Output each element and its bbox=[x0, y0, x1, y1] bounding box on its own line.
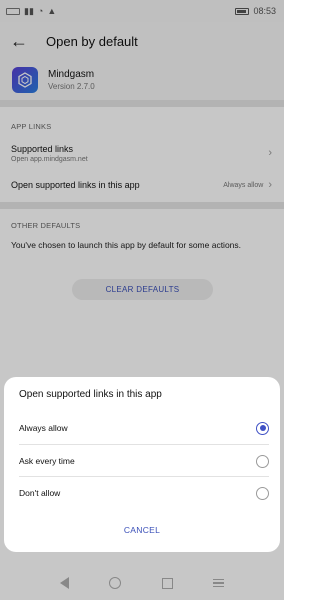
cancel-button[interactable]: CANCEL bbox=[4, 525, 280, 535]
option-label: Don't allow bbox=[19, 488, 61, 498]
radio-icon[interactable] bbox=[256, 454, 269, 468]
option-always-allow[interactable]: Always allow bbox=[19, 412, 269, 444]
nav-recent-icon[interactable] bbox=[161, 577, 173, 589]
nav-menu-icon[interactable] bbox=[212, 578, 224, 589]
option-label: Always allow bbox=[19, 423, 68, 433]
option-dont-allow[interactable]: Don't allow bbox=[19, 477, 269, 509]
system-nav-bar bbox=[0, 566, 284, 600]
radio-selected-icon[interactable] bbox=[256, 421, 269, 435]
option-label: Ask every time bbox=[19, 456, 75, 466]
option-ask-every-time[interactable]: Ask every time bbox=[19, 445, 269, 477]
dialog-title: Open supported links in this app bbox=[19, 389, 162, 400]
nav-home-icon[interactable] bbox=[109, 577, 122, 589]
link-behavior-dialog: Open supported links in this app Always … bbox=[4, 377, 280, 552]
radio-icon[interactable] bbox=[256, 486, 269, 500]
nav-back-icon[interactable] bbox=[60, 577, 70, 589]
